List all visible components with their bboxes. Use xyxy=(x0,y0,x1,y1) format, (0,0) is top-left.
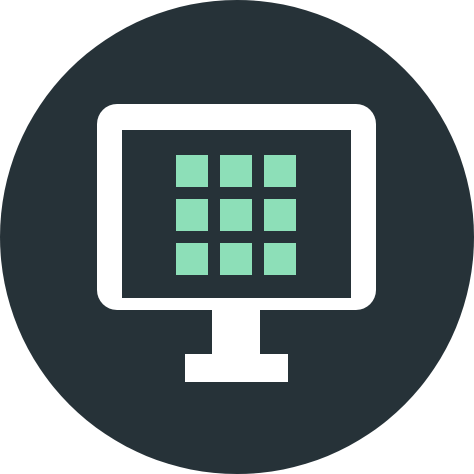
grid-tile xyxy=(176,243,208,275)
grid-tile xyxy=(220,243,252,275)
grid-tile xyxy=(220,155,252,187)
desktop-app-grid-icon xyxy=(0,0,474,474)
grid-tile xyxy=(176,155,208,187)
monitor-stand-neck xyxy=(212,308,260,356)
monitor-stand-base xyxy=(185,354,288,382)
grid-tile xyxy=(264,199,296,231)
app-grid xyxy=(176,155,296,275)
app-icon-stage xyxy=(0,0,474,474)
grid-tile xyxy=(264,243,296,275)
grid-tile xyxy=(264,155,296,187)
grid-tile xyxy=(220,199,252,231)
grid-tile xyxy=(176,199,208,231)
